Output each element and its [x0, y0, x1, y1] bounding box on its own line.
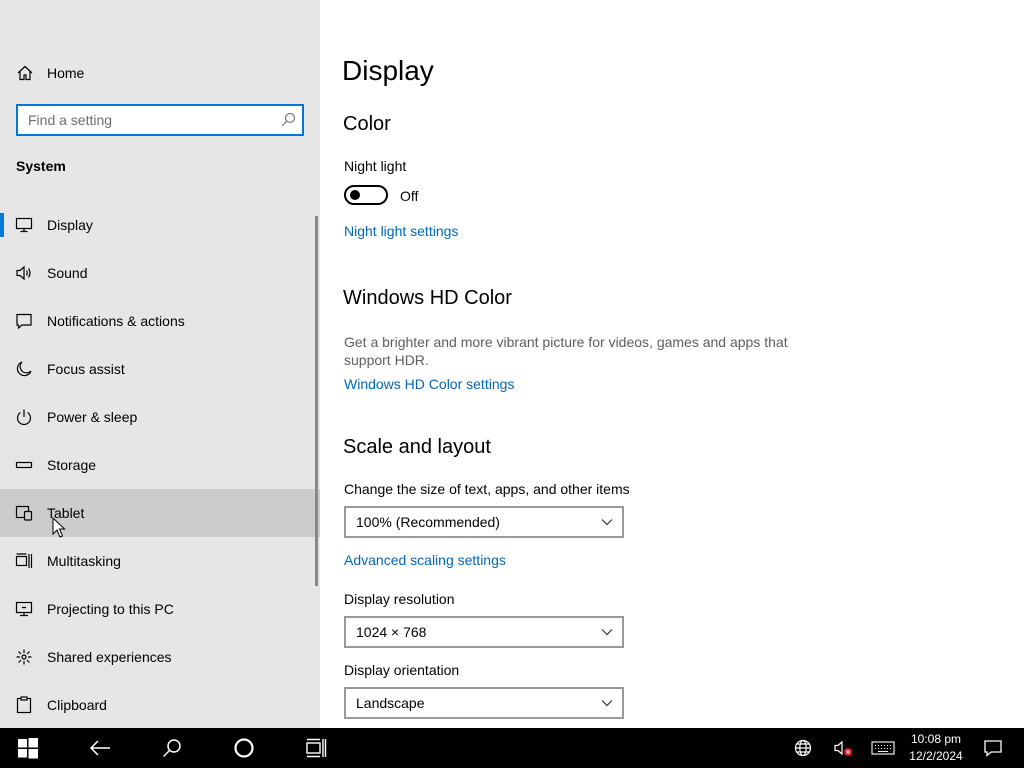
- cortana-button[interactable]: [220, 728, 268, 768]
- notification-icon: [16, 313, 32, 330]
- sidebar-item-focus-assist[interactable]: Focus assist: [0, 345, 320, 393]
- advanced-scaling-link[interactable]: Advanced scaling settings: [344, 552, 506, 568]
- display-settings-page: Display Color Night light Off Night ligh…: [320, 0, 1024, 728]
- power-icon: [16, 409, 32, 426]
- page-title: Display: [342, 55, 434, 86]
- resolution-dropdown[interactable]: 1024 × 768: [344, 616, 624, 648]
- sidebar-scrollbar[interactable]: [315, 216, 318, 586]
- hd-color-description: Get a brighter and more vibrant picture …: [344, 334, 788, 368]
- color-section-title: Color: [343, 113, 391, 135]
- action-center-icon: [984, 740, 1002, 757]
- sidebar-item-label: Sound: [47, 265, 88, 281]
- sidebar-item-multitasking[interactable]: Multitasking: [0, 537, 320, 585]
- hd-color-settings-link[interactable]: Windows HD Color settings: [344, 376, 514, 392]
- volume-muted-icon: [834, 740, 852, 756]
- sidebar-item-label: Focus assist: [47, 361, 125, 377]
- cortana-icon: [234, 738, 254, 758]
- task-view-button[interactable]: [292, 728, 340, 768]
- sidebar-item-label: Shared experiences: [47, 649, 172, 665]
- network-icon: [794, 739, 812, 757]
- multitasking-icon: [15, 553, 33, 568]
- monitor-icon: [15, 217, 33, 233]
- chevron-down-icon: [601, 519, 613, 526]
- sidebar-item-label: Storage: [47, 457, 97, 473]
- storage-icon: [15, 461, 33, 469]
- sidebar-item-power-sleep[interactable]: Power & sleep: [0, 393, 320, 441]
- clipboard-icon: [16, 696, 32, 714]
- start-button[interactable]: [4, 728, 52, 768]
- scale-dropdown-value: 100% (Recommended): [356, 514, 500, 530]
- night-light-toggle[interactable]: [344, 185, 388, 205]
- sidebar-item-label: Clipboard: [47, 697, 107, 713]
- home-nav-item[interactable]: Home: [0, 55, 320, 91]
- night-light-settings-link[interactable]: Night light settings: [344, 223, 458, 239]
- keyboard-icon: [871, 741, 895, 755]
- share-icon: [16, 649, 32, 665]
- sidebar-item-tablet[interactable]: Tablet: [0, 489, 320, 537]
- settings-sidebar: Home System Display Sound Notifications …: [0, 0, 320, 728]
- search-icon[interactable]: [280, 112, 296, 128]
- toggle-knob: [350, 190, 360, 200]
- orientation-dropdown[interactable]: Landscape: [344, 687, 624, 719]
- sidebar-item-projecting[interactable]: Projecting to this PC: [0, 585, 320, 633]
- scale-layout-section-title: Scale and layout: [343, 436, 491, 458]
- scale-label: Change the size of text, apps, and other…: [344, 481, 630, 497]
- taskbar-search-button[interactable]: [148, 728, 196, 768]
- chevron-down-icon: [601, 629, 613, 636]
- hd-color-section-title: Windows HD Color: [343, 287, 512, 309]
- find-setting-search-box[interactable]: [16, 104, 304, 136]
- task-view-icon: [306, 738, 327, 758]
- action-center-button[interactable]: [970, 728, 1016, 768]
- section-title-system: System: [16, 158, 66, 174]
- sidebar-item-shared-experiences[interactable]: Shared experiences: [0, 633, 320, 681]
- home-icon: [17, 65, 33, 81]
- clock-date: 12/2/2024: [909, 749, 963, 763]
- sidebar-item-display[interactable]: Display: [0, 201, 320, 249]
- sidebar-item-storage[interactable]: Storage: [0, 441, 320, 489]
- sidebar-item-label: Multitasking: [47, 553, 121, 569]
- mouse-cursor-icon: [52, 517, 66, 538]
- sidebar-item-clipboard[interactable]: Clipboard: [0, 681, 320, 729]
- speaker-icon: [16, 265, 31, 281]
- home-label: Home: [47, 65, 85, 81]
- sidebar-item-label: Projecting to this PC: [47, 601, 174, 617]
- search-input[interactable]: [18, 106, 278, 134]
- back-icon: [89, 740, 110, 756]
- resolution-dropdown-value: 1024 × 768: [356, 624, 427, 640]
- projecting-icon: [15, 601, 33, 617]
- sidebar-item-label: Power & sleep: [47, 409, 138, 425]
- windows-start-icon: [18, 738, 38, 759]
- sidebar-item-sound[interactable]: Sound: [0, 249, 320, 297]
- tablet-icon: [15, 505, 33, 521]
- clock-time: 10:08 pm: [910, 732, 962, 746]
- sidebar-item-label: Display: [47, 217, 93, 233]
- resolution-label: Display resolution: [344, 591, 455, 607]
- sidebar-item-notifications[interactable]: Notifications & actions: [0, 297, 320, 345]
- moon-icon: [16, 361, 32, 377]
- orientation-dropdown-value: Landscape: [356, 695, 425, 711]
- back-button[interactable]: [76, 728, 124, 768]
- system-nav-list: Display Sound Notifications & actions Fo…: [0, 201, 320, 729]
- night-light-label: Night light: [344, 158, 407, 174]
- sidebar-item-label: Notifications & actions: [47, 313, 185, 329]
- scale-dropdown[interactable]: 100% (Recommended): [344, 506, 624, 538]
- taskbar-clock[interactable]: 10:08 pm 12/2/2024: [896, 731, 976, 765]
- chevron-down-icon: [601, 700, 613, 707]
- search-icon: [162, 739, 181, 758]
- taskbar: 10:08 pm 12/2/2024: [0, 728, 1024, 768]
- orientation-label: Display orientation: [344, 662, 460, 678]
- night-light-state: Off: [400, 188, 419, 204]
